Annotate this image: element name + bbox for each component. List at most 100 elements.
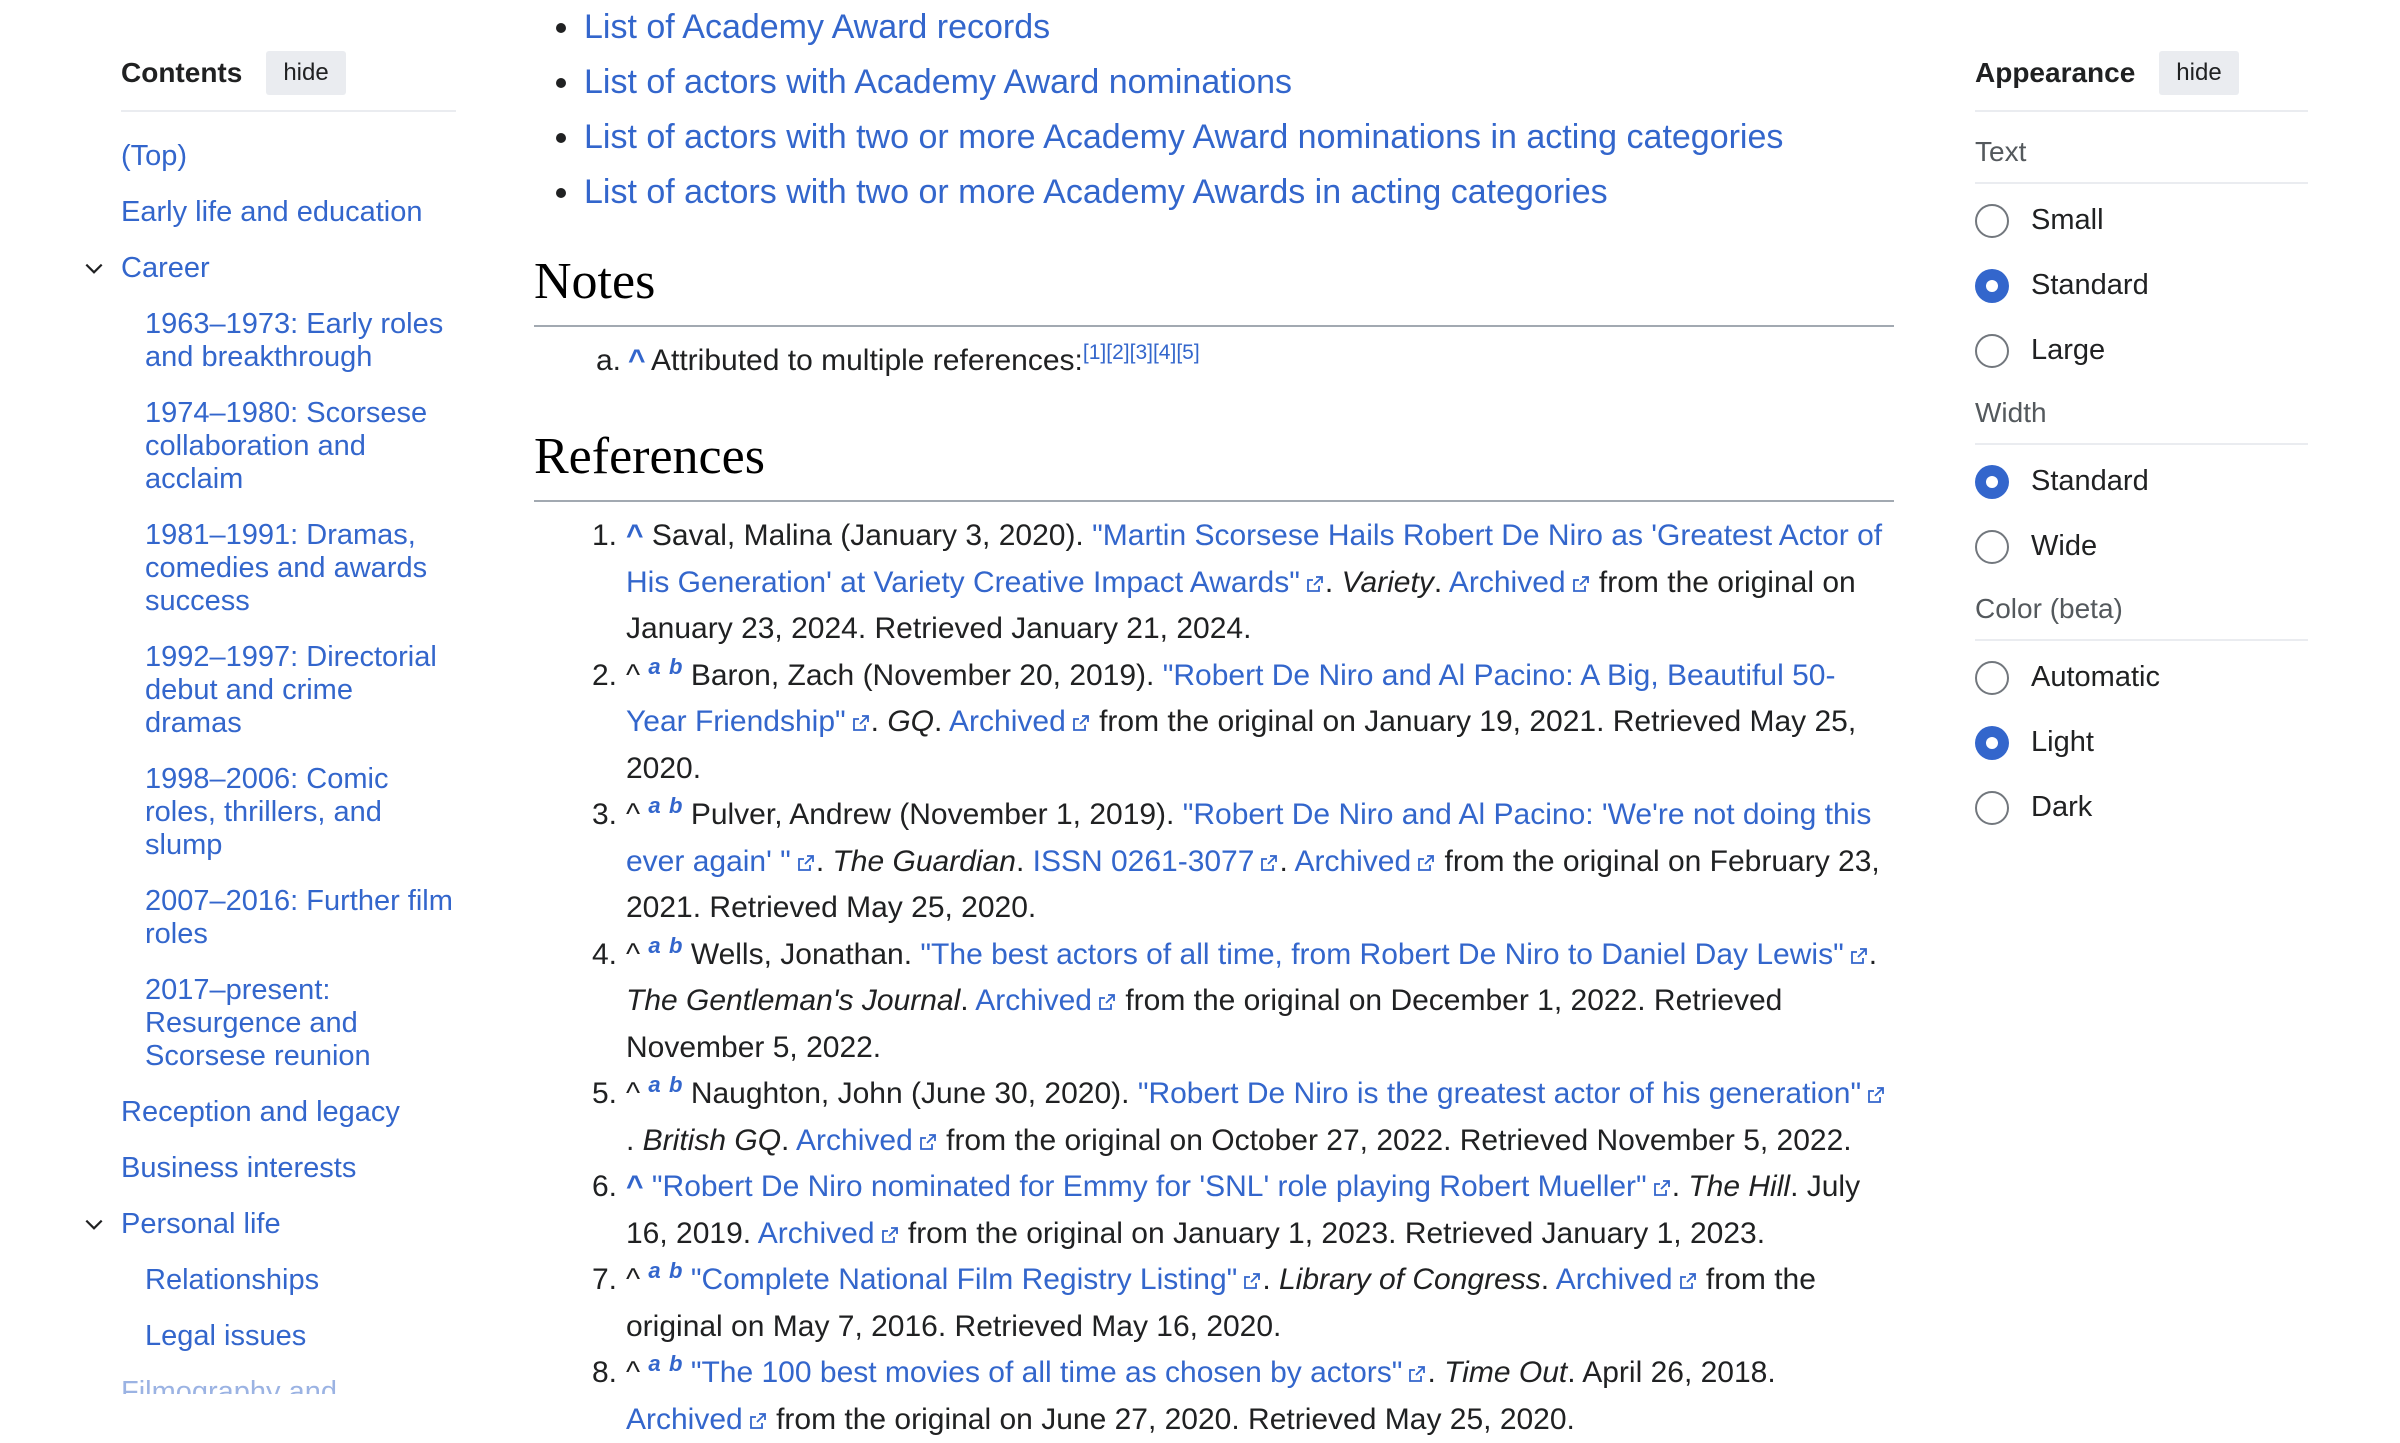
archived-link[interactable]: Archived <box>1294 845 1411 878</box>
reference-backlink[interactable]: b <box>669 1258 682 1283</box>
reference-backlink[interactable]: a <box>648 1258 660 1283</box>
toc-item-1963[interactable]: 1963–1973: Early roles and breakthrough <box>121 308 456 374</box>
archived-link[interactable]: Archived <box>1556 1263 1673 1296</box>
toc-link[interactable]: Filmography and <box>121 1376 456 1394</box>
toc-item-1998[interactable]: 1998–2006: Comic roles, thrillers, and s… <box>121 763 456 862</box>
reference-backlink[interactable]: b <box>669 654 682 679</box>
toc-link[interactable]: 1998–2006: Comic roles, thrillers, and s… <box>145 763 456 862</box>
toc-item-early-life[interactable]: Early life and education <box>121 196 456 229</box>
reference-item: 6. ^ "Robert De Niro nominated for Emmy f… <box>534 1164 1894 1257</box>
radio-selected-icon[interactable] <box>1975 464 2009 499</box>
archived-link[interactable]: Archived <box>975 984 1092 1017</box>
radio-icon[interactable] <box>1975 333 2009 368</box>
radio-icon[interactable] <box>1975 660 2009 695</box>
toc-link[interactable]: 1981–1991: Dramas, comedies and awards s… <box>145 519 456 618</box>
archived-link[interactable]: Archived <box>1449 566 1566 599</box>
toc-item-top[interactable]: (Top) <box>121 140 456 173</box>
archived-link[interactable]: Archived <box>626 1403 743 1436</box>
toc-item-1992[interactable]: 1992–1997: Directorial debut and crime d… <box>121 641 456 740</box>
note-text: Attributed to multiple references: <box>651 344 1083 377</box>
table-of-contents: Contents hide (Top) Early life and educa… <box>85 46 456 1417</box>
see-also-link[interactable]: List of actors with Academy Award nomina… <box>584 63 1292 101</box>
toc-item-reception[interactable]: Reception and legacy <box>121 1096 456 1129</box>
toc-link[interactable]: 1974–1980: Scorsese collaboration and ac… <box>145 397 456 496</box>
radio-option[interactable]: Wide <box>1975 514 2308 579</box>
reference-backlink[interactable]: ^ <box>626 1170 644 1203</box>
reference-backlink: ^ <box>626 798 641 831</box>
reference-backlink[interactable]: b <box>669 793 682 818</box>
toc-link[interactable]: Relationships <box>145 1264 456 1297</box>
references-heading: References <box>534 427 1894 502</box>
ref-link[interactable]: [3] <box>1130 341 1153 364</box>
ref-link[interactable]: [1] <box>1083 341 1106 364</box>
toc-item-legal[interactable]: Legal issues <box>121 1320 456 1353</box>
toc-link[interactable]: Personal life <box>121 1208 456 1241</box>
appearance-sections: Text Small Standard Large Width Standard Wide C… <box>1975 136 2308 840</box>
see-also-link[interactable]: List of actors with two or more Academy … <box>584 118 1783 156</box>
see-also-link[interactable]: List of actors with two or more Academy … <box>584 173 1608 211</box>
toc-item-career[interactable]: Career <box>85 252 456 285</box>
archived-link[interactable]: Archived <box>758 1217 875 1250</box>
radio-option[interactable]: Light <box>1975 710 2308 775</box>
toc-item-1981[interactable]: 1981–1991: Dramas, comedies and awards s… <box>121 519 456 618</box>
toc-link[interactable]: 1963–1973: Early roles and breakthrough <box>145 308 456 374</box>
toc-link[interactable]: 2007–2016: Further film roles <box>145 885 456 951</box>
toc-link[interactable]: (Top) <box>121 140 456 173</box>
appearance-hide-button[interactable]: hide <box>2159 51 2239 95</box>
reference-backlink[interactable]: b <box>669 1351 682 1376</box>
ref-link[interactable]: [5] <box>1176 341 1199 364</box>
toc-link[interactable]: 2017–present: Resurgence and Scorsese re… <box>145 974 456 1073</box>
chevron-down-icon[interactable] <box>83 1214 105 1236</box>
toc-item-personal-life[interactable]: Personal life <box>85 1208 456 1241</box>
reference-title-link[interactable]: "Complete National Film Registry Listing… <box>691 1263 1238 1296</box>
toc-link[interactable]: 1992–1997: Directorial debut and crime d… <box>145 641 456 740</box>
reference-title-link[interactable]: "Robert De Niro is the greatest actor of… <box>1138 1077 1861 1110</box>
reference-author: Wells, Jonathan. <box>690 937 913 971</box>
reference-backlink[interactable]: a <box>648 933 660 958</box>
radio-icon[interactable] <box>1975 790 2009 825</box>
see-also-link[interactable]: List of Academy Award records <box>584 8 1050 46</box>
ref-link[interactable]: [2] <box>1106 341 1129 364</box>
reference-title-link[interactable]: "The 100 best movies of all time as chos… <box>691 1356 1403 1389</box>
radio-option[interactable]: Standard <box>1975 449 2308 514</box>
radio-option[interactable]: Dark <box>1975 775 2308 840</box>
toc-link[interactable]: Legal issues <box>145 1320 456 1353</box>
radio-selected-icon[interactable] <box>1975 268 2009 303</box>
archived-link[interactable]: Archived <box>949 705 1066 738</box>
archived-link[interactable]: Archived <box>796 1124 913 1157</box>
reference-backlink[interactable]: a <box>648 1072 660 1097</box>
toc-hide-button[interactable]: hide <box>266 51 346 95</box>
toc-item-filmography[interactable]: Filmography and <box>121 1376 456 1394</box>
toc-item-2017[interactable]: 2017–present: Resurgence and Scorsese re… <box>121 974 456 1073</box>
toc-item-2007[interactable]: 2007–2016: Further film roles <box>121 885 456 951</box>
radio-option[interactable]: Large <box>1975 318 2308 383</box>
radio-option[interactable]: Automatic <box>1975 645 2308 710</box>
toc-item-relationships[interactable]: Relationships <box>121 1264 456 1297</box>
toc-item-business[interactable]: Business interests <box>121 1152 456 1185</box>
reference-work: Time Out <box>1444 1356 1568 1389</box>
toc-link[interactable]: Reception and legacy <box>121 1096 456 1129</box>
toc-item-1974[interactable]: 1974–1980: Scorsese collaboration and ac… <box>121 397 456 496</box>
toc-link[interactable]: Early life and education <box>121 196 456 229</box>
reference-item: 5. ^ a b Naughton, John (June 30, 2020). … <box>534 1071 1894 1164</box>
reference-backlink[interactable]: a <box>648 654 660 679</box>
note-backlink[interactable]: ^ <box>628 338 646 385</box>
radio-icon[interactable] <box>1975 529 2009 564</box>
radio-selected-icon[interactable] <box>1975 725 2009 760</box>
chevron-down-icon[interactable] <box>83 258 105 280</box>
reference-number: 3. <box>592 798 618 831</box>
reference-backlink[interactable]: ^ <box>626 519 644 552</box>
radio-option[interactable]: Standard <box>1975 253 2308 318</box>
toc-link[interactable]: Business interests <box>121 1152 456 1185</box>
reference-backlink[interactable]: a <box>648 1351 660 1376</box>
ref-link[interactable]: [4] <box>1153 341 1176 364</box>
toc-link[interactable]: Career <box>121 252 456 285</box>
reference-title-link[interactable]: "The best actors of all time, from Rober… <box>920 938 1843 971</box>
radio-option[interactable]: Small <box>1975 188 2308 253</box>
reference-backlink[interactable]: a <box>648 793 660 818</box>
reference-title-link[interactable]: "Robert De Niro nominated for Emmy for '… <box>652 1170 1647 1203</box>
issn-link[interactable]: ISSN 0261-3077 <box>1033 845 1255 878</box>
reference-backlink[interactable]: b <box>669 1072 682 1097</box>
radio-icon[interactable] <box>1975 203 2009 238</box>
reference-backlink[interactable]: b <box>669 933 682 958</box>
